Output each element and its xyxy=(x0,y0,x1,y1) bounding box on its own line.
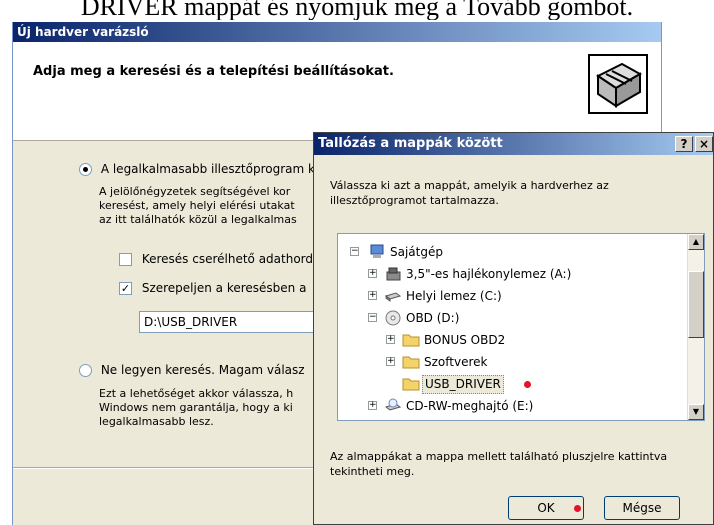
ok-button[interactable]: OK xyxy=(508,496,584,520)
expand-icon[interactable]: + xyxy=(386,335,395,344)
ok-button-label: OK xyxy=(537,501,555,515)
folder-icon xyxy=(402,378,420,391)
tree-label: Helyi lemez (C:) xyxy=(406,289,502,303)
tree-label: BONUS OBD2 xyxy=(424,333,506,347)
scroll-thumb[interactable] xyxy=(688,271,704,338)
red-marker-dot xyxy=(574,505,581,512)
instruction-caption: DRIVER mappát és nyomjuk meg a Tovább go… xyxy=(80,0,634,20)
cd-drive-icon xyxy=(384,398,402,411)
dialog-note: Az almappákat a mappa mellett található … xyxy=(330,450,668,478)
include-location-label: Szerepeljen a keresésben a xyxy=(141,281,307,295)
computer-icon xyxy=(370,244,384,258)
scroll-down-button[interactable]: ▼ xyxy=(688,404,704,420)
folder-icon xyxy=(402,334,420,347)
wizard-title-bar: Új hardver varázsló xyxy=(13,22,661,42)
removable-media-checkbox[interactable] xyxy=(119,253,132,266)
hardware-icon xyxy=(588,54,648,114)
cancel-button-label: Mégse xyxy=(622,501,662,515)
search-radio-button[interactable] xyxy=(79,163,92,176)
manual-option-label: Ne legyen keresés. Magam válasz xyxy=(100,363,305,377)
dialog-description: Válassza ki azt a mappát, amelyik a hard… xyxy=(330,179,609,207)
tree-label: CD-RW-meghajtó (E:) xyxy=(406,399,534,413)
option-search-row[interactable]: A legalkalmasabb illesztőprogram k xyxy=(79,162,315,176)
location-path-input[interactable]: D:\USB_DRIVER xyxy=(139,311,319,333)
dialog-title-bar: Tallózás a mappák között xyxy=(314,133,713,155)
expand-icon[interactable]: + xyxy=(368,269,377,278)
expand-icon[interactable]: + xyxy=(386,357,395,366)
removable-media-checkbox-row[interactable]: Keresés cserélhető adathord xyxy=(119,252,313,266)
close-button[interactable]: × xyxy=(695,136,713,152)
harddisk-icon xyxy=(384,292,402,302)
scroll-up-button[interactable]: ▲ xyxy=(688,234,704,250)
red-marker-dot xyxy=(524,381,531,388)
help-button[interactable]: ? xyxy=(675,136,693,152)
include-location-checkbox[interactable]: ✓ xyxy=(119,282,132,295)
browse-folder-dialog: Tallózás a mappák között ? × Válassza ki… xyxy=(313,132,714,525)
tree-label: 3,5"-es hajlékonylemez (A:) xyxy=(406,267,572,281)
include-location-checkbox-row[interactable]: ✓ Szerepeljen a keresésben a xyxy=(119,281,306,295)
cancel-button[interactable]: Mégse xyxy=(604,496,680,520)
tree-label: OBD (D:) xyxy=(406,311,460,325)
tree-label-selected: USB_DRIVER xyxy=(422,375,504,394)
tree-scrollbar[interactable]: ▲ ▼ xyxy=(687,234,704,420)
tree-label: Szoftverek xyxy=(424,355,488,369)
expand-icon[interactable]: + xyxy=(368,291,377,300)
floppy-icon xyxy=(386,267,401,281)
collapse-icon[interactable]: − xyxy=(350,247,359,256)
wizard-heading: Adja meg a keresési és a telepítési beál… xyxy=(33,64,394,79)
manual-radio-button[interactable] xyxy=(79,364,92,377)
expand-icon[interactable]: + xyxy=(368,401,377,410)
collapse-icon[interactable]: − xyxy=(368,313,377,322)
tree-label: Sajátgép xyxy=(390,245,443,259)
option-manual-row[interactable]: Ne legyen keresés. Magam válasz xyxy=(79,363,305,377)
wizard-header: Adja meg a keresési és a telepítési beál… xyxy=(13,42,661,141)
removable-media-label: Keresés cserélhető adathord xyxy=(141,252,314,266)
cd-icon xyxy=(385,310,401,326)
folder-icon xyxy=(402,356,420,369)
folder-tree[interactable]: − Sajátgép + 3,5"-es hajlékonylemez (A:)… xyxy=(337,233,705,421)
search-option-label: A legalkalmasabb illesztőprogram k xyxy=(100,162,315,176)
